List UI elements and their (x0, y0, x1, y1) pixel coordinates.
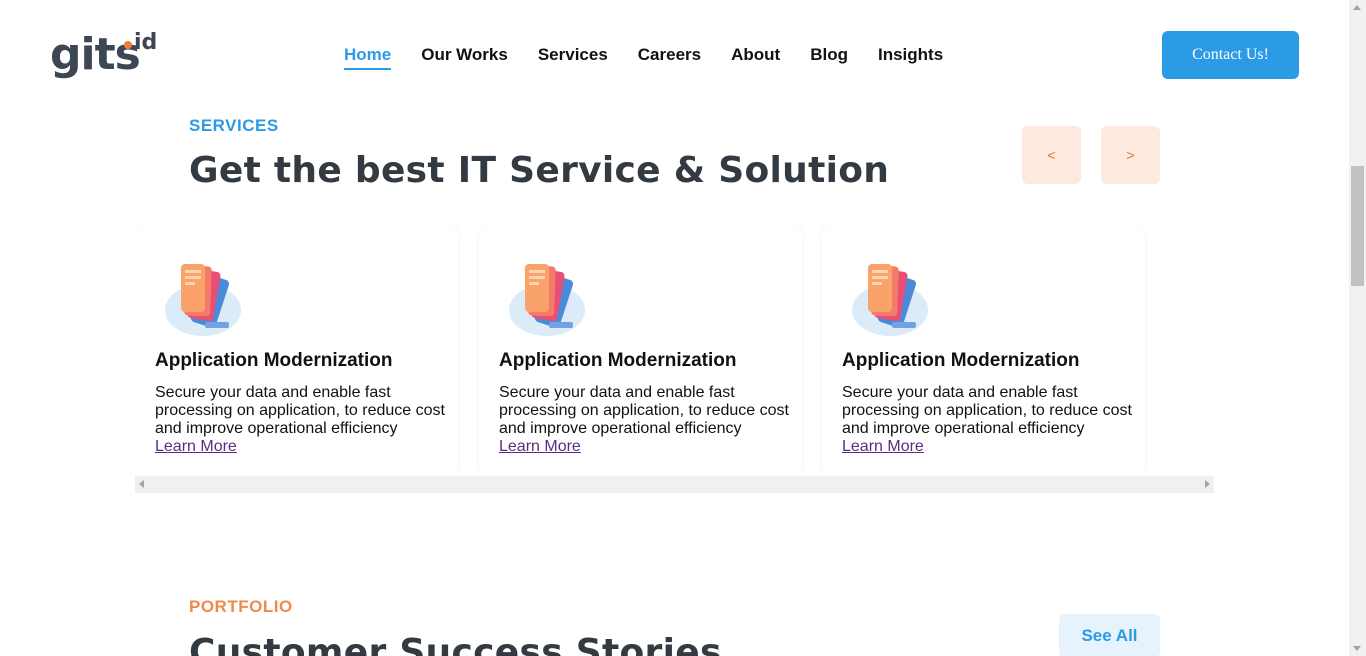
service-card-description: Secure your data and enable fast process… (155, 384, 445, 437)
main-nav: Home Our Works Services Careers About Bl… (344, 44, 943, 70)
services-title: Get the best IT Service & Solution (189, 150, 890, 191)
service-card: Application Modernization Secure your da… (479, 226, 802, 476)
nav-item-blog[interactable]: Blog (810, 44, 848, 70)
nav-item-our-works[interactable]: Our Works (421, 44, 508, 70)
site-header: gits id Home Our Works Services Careers … (0, 0, 1349, 110)
mobile-devices-icon (852, 264, 928, 336)
services-eyebrow: SERVICES (189, 116, 279, 135)
carousel-horizontal-scrollbar[interactable] (135, 476, 1214, 493)
contact-us-button[interactable]: Contact Us! (1162, 31, 1299, 79)
services-carousel[interactable]: Application Modernization Secure your da… (135, 226, 1214, 494)
nav-item-home[interactable]: Home (344, 44, 392, 70)
mobile-devices-icon (165, 264, 241, 336)
carousel-prev-button[interactable]: < (1022, 126, 1081, 184)
portfolio-eyebrow: PORTFOLIO (189, 597, 293, 616)
learn-more-link[interactable]: Learn More (155, 438, 237, 456)
page-vertical-scrollbar[interactable] (1349, 0, 1366, 656)
nav-item-insights[interactable]: Insights (878, 44, 943, 70)
service-card-title: Application Modernization (842, 350, 1080, 371)
scroll-up-arrow-icon[interactable] (1353, 5, 1361, 10)
scrollbar-thumb[interactable] (1351, 166, 1364, 286)
logo-suffix: id (134, 30, 158, 55)
service-card-title: Application Modernization (499, 350, 737, 371)
learn-more-link[interactable]: Learn More (842, 438, 924, 456)
service-card-description: Secure your data and enable fast process… (499, 384, 789, 437)
gits-logo[interactable]: gits id (50, 29, 157, 80)
scroll-left-arrow-icon[interactable] (139, 480, 144, 488)
nav-item-careers[interactable]: Careers (638, 44, 701, 70)
service-card: Application Modernization Secure your da… (135, 226, 458, 476)
service-card-title: Application Modernization (155, 350, 393, 371)
nav-item-about[interactable]: About (731, 44, 780, 70)
carousel-next-button[interactable]: > (1101, 126, 1160, 184)
mobile-devices-icon (509, 264, 585, 336)
scroll-right-arrow-icon[interactable] (1205, 480, 1210, 488)
see-all-button[interactable]: See All (1059, 614, 1160, 656)
portfolio-title: Customer Success Stories (189, 632, 722, 656)
learn-more-link[interactable]: Learn More (499, 438, 581, 456)
scroll-down-arrow-icon[interactable] (1353, 646, 1361, 651)
service-card-description: Secure your data and enable fast process… (842, 384, 1132, 437)
logo-dot (124, 41, 132, 49)
service-card: Application Modernization Secure your da… (822, 226, 1145, 476)
logo-wordmark: gits (50, 29, 141, 80)
nav-item-services[interactable]: Services (538, 44, 608, 70)
